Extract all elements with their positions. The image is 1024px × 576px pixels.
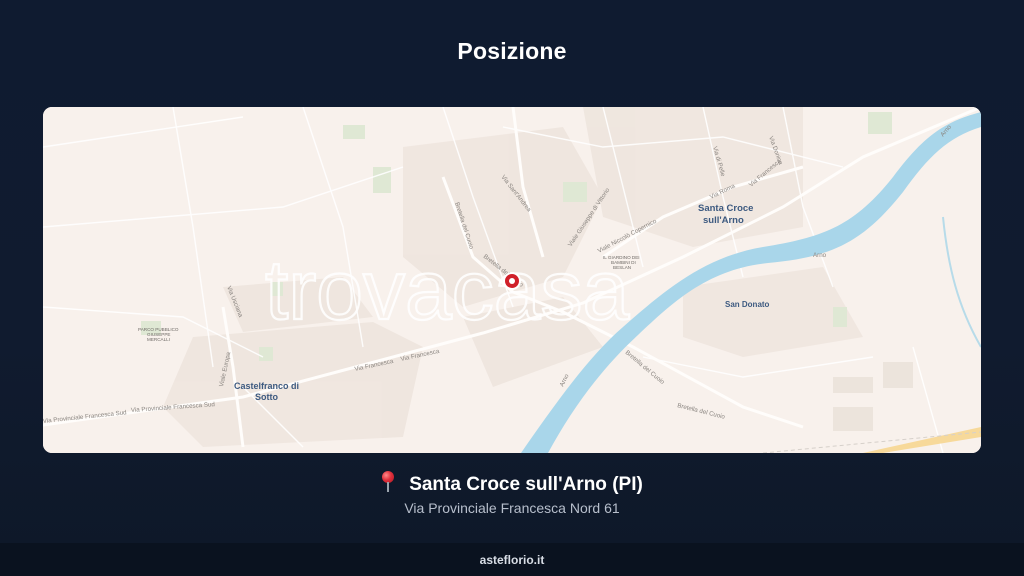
label-arno-2: Arno: [813, 252, 827, 259]
map-canvas[interactable]: trovacasa Santa Croce sull'Arno Castelfr…: [43, 107, 981, 453]
location-address: Via Provinciale Francesca Nord 61: [404, 500, 620, 516]
label-santa-croce-line2: sull'Arno: [703, 215, 744, 226]
location-name: Santa Croce sull'Arno (PI): [409, 474, 643, 495]
page: Posizione trovacasa Santa Croce sull'Arn…: [0, 0, 1024, 576]
page-title: Posizione: [457, 38, 567, 64]
label-san-donato: San Donato: [725, 300, 770, 309]
location-marker[interactable]: [503, 272, 521, 290]
footer: asteflorio.it: [0, 543, 1024, 576]
location-name-row: Santa Croce sull'Arno (PI): [0, 471, 1024, 496]
label-park-line3: MERCALLI: [147, 337, 170, 342]
map-panel[interactable]: trovacasa Santa Croce sull'Arno Castelfr…: [43, 107, 981, 453]
label-garden-line3: BESLAN: [613, 265, 631, 270]
map-watermark: trovacasa: [265, 243, 629, 337]
pin-icon: [381, 471, 395, 493]
label-castelfranco-line1: Castelfranco di: [234, 381, 299, 391]
label-santa-croce-line1: Santa Croce: [698, 203, 753, 214]
label-castelfranco-line2: Sotto: [255, 392, 278, 402]
footer-site[interactable]: asteflorio.it: [0, 553, 1024, 567]
